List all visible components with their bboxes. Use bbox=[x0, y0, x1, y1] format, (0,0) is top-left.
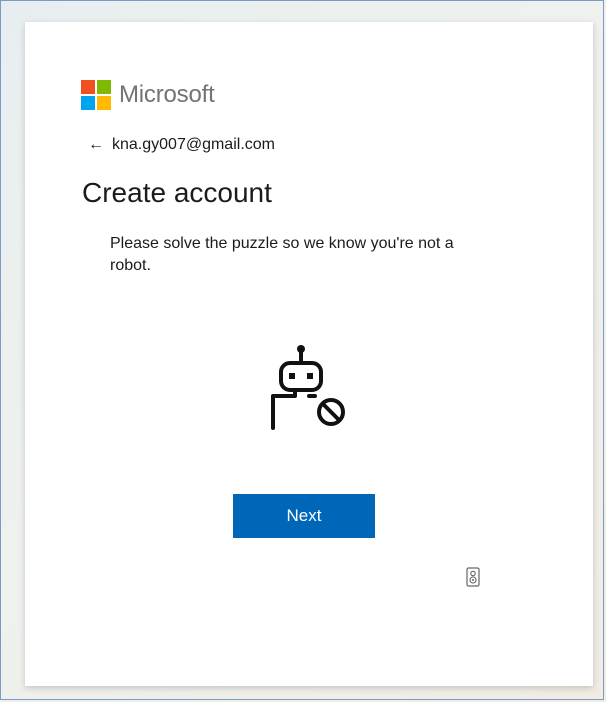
robot-blocked-icon bbox=[271, 345, 345, 430]
brand-name: Microsoft bbox=[119, 81, 215, 108]
puzzle-description: Please solve the puzzle so we know you'r… bbox=[110, 235, 454, 274]
next-button[interactable]: Next bbox=[233, 494, 375, 538]
signup-card: Microsoft ← kna.gy007@gmail.com Create a… bbox=[25, 22, 593, 686]
account-email: kna.gy007@gmail.com bbox=[112, 136, 275, 153]
audio-challenge-icon[interactable] bbox=[466, 567, 480, 587]
microsoft-logo: Microsoft bbox=[81, 80, 215, 110]
page-title: Create account bbox=[82, 177, 272, 208]
microsoft-logo-icon bbox=[81, 80, 111, 110]
back-arrow-icon[interactable]: ← bbox=[88, 136, 104, 154]
identity-back-link[interactable]: ← kna.gy007@gmail.com bbox=[88, 136, 275, 154]
